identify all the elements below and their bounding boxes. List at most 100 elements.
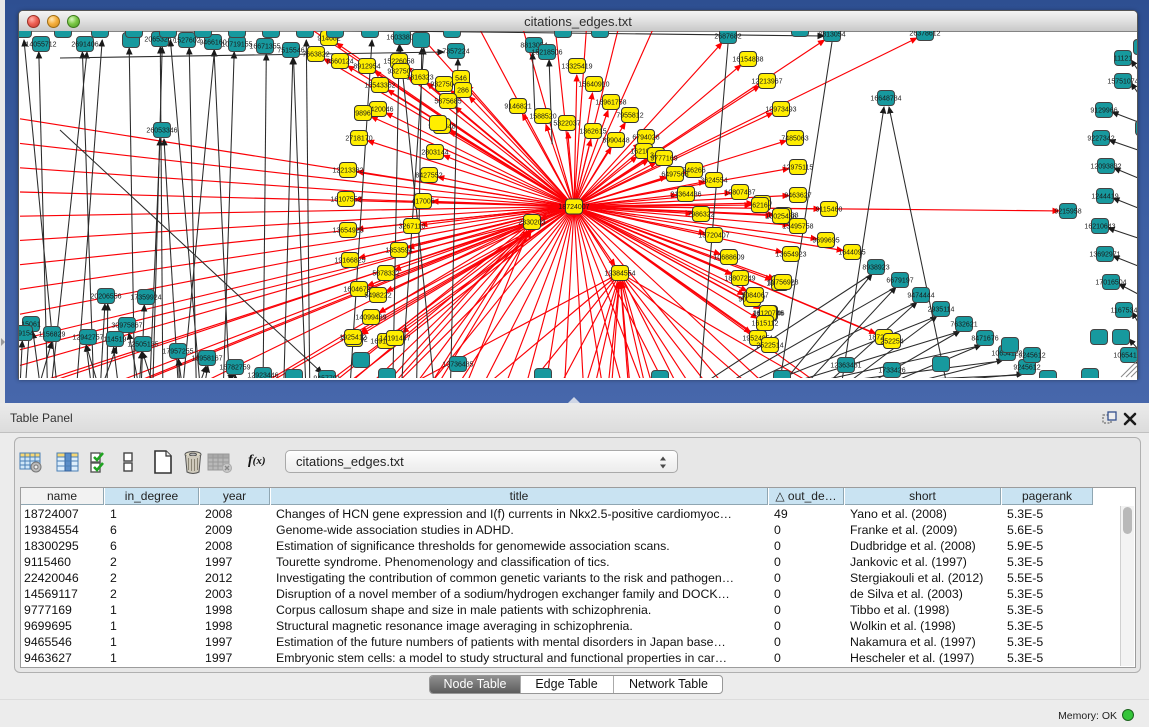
svg-text:5322037: 5322037 (553, 121, 580, 128)
svg-text:12213967: 12213967 (751, 79, 782, 86)
svg-text:39154: 39154 (19, 331, 34, 338)
svg-text:16210643: 16210643 (1084, 224, 1115, 231)
svg-text:13654923: 13654923 (332, 228, 363, 235)
svg-text:14099489: 14099489 (355, 315, 386, 322)
svg-text:15751074: 15751074 (1107, 79, 1137, 86)
svg-text:7955812: 7955812 (616, 113, 643, 120)
svg-text:1644095: 1644095 (838, 250, 865, 257)
svg-text:10654122: 10654122 (1113, 353, 1137, 360)
svg-text:9215958: 9215958 (1054, 209, 1081, 216)
svg-text:8938923: 8938923 (862, 265, 889, 272)
svg-text:5498222: 5498222 (364, 293, 391, 300)
svg-text:12093832: 12093832 (1090, 164, 1121, 171)
svg-text:10688609: 10688609 (713, 255, 744, 262)
svg-text:19384554: 19384554 (604, 271, 635, 278)
svg-text:10719155: 10719155 (221, 42, 252, 49)
svg-text:14191447: 14191447 (379, 336, 410, 343)
svg-text:15640910: 15640910 (578, 82, 609, 89)
svg-text:1925412: 1925412 (339, 335, 366, 342)
svg-text:2687682: 2687682 (714, 34, 741, 41)
svg-text:12975115: 12975115 (783, 165, 814, 172)
svg-text:15218506: 15218506 (531, 50, 562, 57)
svg-text:19166825: 19166825 (334, 258, 365, 265)
svg-text:16782759: 16782759 (219, 365, 250, 372)
svg-text:5875685: 5875685 (434, 99, 461, 106)
svg-text:9129966: 9129966 (1090, 108, 1117, 115)
svg-text:114519: 114519 (104, 337, 127, 344)
svg-text:6679197: 6679197 (886, 278, 913, 285)
svg-text:15720407: 15720407 (698, 233, 729, 240)
svg-text:16543362: 16543362 (364, 83, 395, 90)
svg-text:20206556: 20206556 (90, 294, 121, 301)
svg-text:13495758: 13495758 (782, 224, 813, 231)
svg-text:7986322: 7986322 (687, 212, 714, 219)
svg-text:2718170: 2718170 (345, 136, 372, 143)
svg-text:8471676: 8471676 (971, 336, 998, 343)
svg-text:10958167: 10958167 (191, 356, 222, 363)
svg-text:30975867: 30975867 (111, 323, 142, 330)
svg-text:6216: 6216 (752, 203, 768, 210)
svg-text:2522514: 2522514 (756, 343, 783, 350)
svg-text:8912954: 8912954 (353, 64, 380, 71)
svg-text:12923446: 12923446 (247, 373, 278, 379)
svg-text:1588520: 1588520 (529, 114, 556, 121)
svg-text:17016504: 17016504 (1095, 280, 1126, 287)
svg-text:12363481: 12363481 (830, 363, 861, 370)
svg-text:16648784: 16648784 (870, 96, 901, 103)
svg-text:9474444: 9474444 (907, 293, 934, 300)
svg-text:10973493: 10973493 (765, 107, 796, 114)
svg-text:7357224: 7357224 (442, 49, 469, 56)
svg-text:9777169: 9777169 (650, 156, 677, 163)
svg-text:18724007: 18724007 (558, 204, 589, 211)
svg-text:26378612: 26378612 (909, 31, 940, 38)
svg-text:9699695: 9699695 (812, 238, 839, 245)
svg-text:12213382: 12213382 (332, 168, 363, 175)
svg-text:1615112: 1615112 (752, 321, 779, 328)
svg-text:9227342: 9227342 (1087, 136, 1114, 143)
svg-text:13736485: 13736485 (442, 362, 473, 369)
svg-text:16961758: 16961758 (595, 100, 626, 107)
svg-text:7485063: 7485063 (781, 136, 808, 143)
svg-text:5878332: 5878332 (372, 271, 399, 278)
svg-text:13692971: 13692971 (1089, 252, 1120, 259)
svg-text:1362615: 1362615 (579, 129, 606, 136)
svg-text:9084067: 9084067 (741, 293, 768, 300)
svg-text:8990448: 8990448 (602, 138, 629, 145)
svg-text:9146821: 9146821 (504, 104, 531, 111)
svg-text:13654923: 13654923 (775, 252, 806, 259)
svg-text:546: 546 (455, 76, 467, 83)
svg-text:1156829: 1156829 (39, 332, 66, 339)
svg-text:6497568: 6497568 (661, 172, 688, 179)
svg-text:1167534: 1167534 (1111, 308, 1137, 315)
svg-text:252254: 252254 (880, 339, 903, 346)
svg-text:9463627: 9463627 (784, 193, 811, 200)
svg-text:21364436: 21364436 (670, 192, 701, 199)
svg-text:1816323: 1816323 (406, 75, 433, 82)
svg-text:7632621: 7632621 (950, 322, 977, 329)
svg-text:16671355: 16671355 (249, 44, 280, 51)
svg-text:1244419: 1244419 (1091, 194, 1118, 201)
svg-text:9245612: 9245612 (1013, 365, 1040, 372)
svg-text:26053346: 26053346 (146, 128, 177, 135)
svg-text:417006: 417006 (411, 199, 434, 206)
svg-text:9457791: 9457791 (313, 376, 340, 379)
svg-text:2330203: 2330203 (518, 220, 545, 227)
svg-text:1353594: 1353594 (385, 248, 412, 255)
svg-text:12942757: 12942757 (72, 335, 103, 342)
svg-text:6794028: 6794028 (632, 135, 659, 142)
svg-text:9115460: 9115460 (816, 207, 843, 214)
svg-text:12505135: 12505135 (127, 342, 158, 349)
svg-text:14055712: 14055712 (25, 42, 56, 49)
svg-text:2935114: 2935114 (928, 307, 955, 314)
svg-text:2803144: 2803144 (421, 150, 448, 157)
svg-text:9245612: 9245612 (1018, 353, 1045, 360)
svg-text:10807487: 10807487 (724, 190, 755, 197)
svg-text:13325419: 13325419 (561, 64, 592, 71)
svg-text:11121: 11121 (1114, 56, 1133, 63)
svg-text:8660124: 8660124 (326, 59, 353, 66)
svg-text:3267110: 3267110 (399, 224, 426, 231)
svg-text:2691406: 2691406 (71, 42, 98, 49)
svg-text:10756928: 10756928 (767, 280, 798, 287)
svg-text:16154838: 16154838 (732, 57, 763, 64)
svg-text:8813054: 8813054 (818, 32, 845, 39)
